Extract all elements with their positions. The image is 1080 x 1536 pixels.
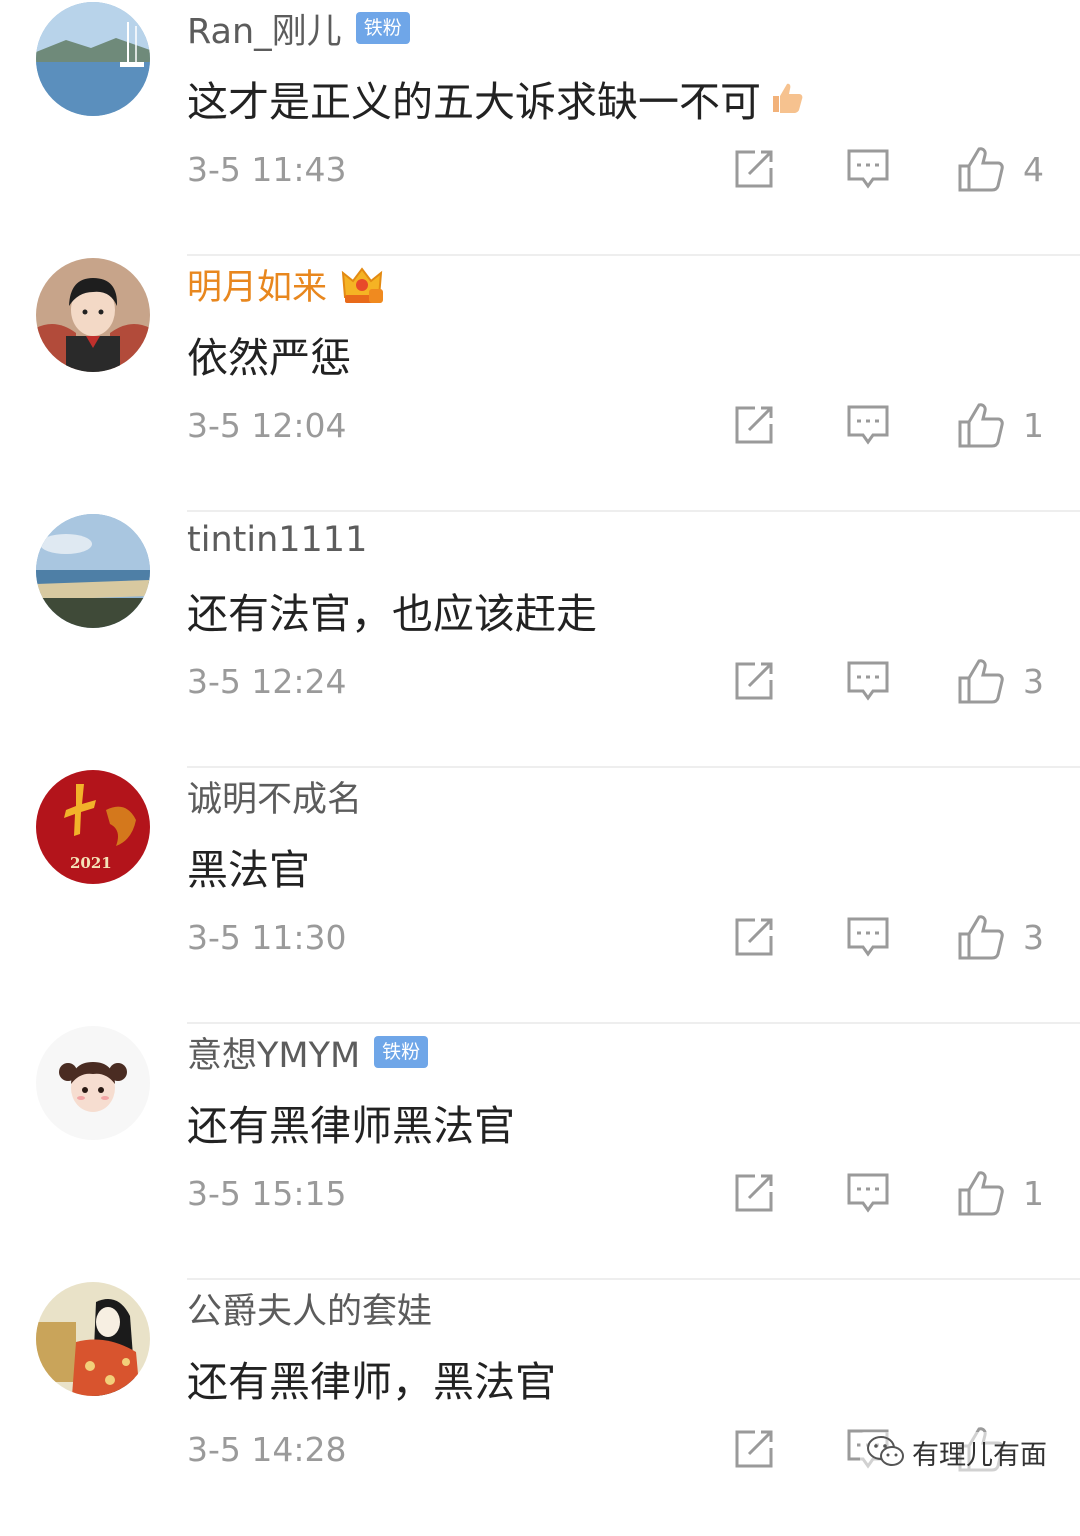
like-button[interactable] <box>957 657 1005 705</box>
like-count: 1 <box>1023 1174 1044 1213</box>
repost-button[interactable] <box>733 916 775 958</box>
comment-time: 3-5 11:30 <box>187 918 347 957</box>
comment-text-row: 还有黑律师黑法官 <box>187 1092 515 1152</box>
comment-item: 公爵夫人的套娃 还有黑律师，黑法官 3-5 14:28 <box>0 1280 1080 1536</box>
comment-text: 还有黑律师，黑法官 <box>187 1358 556 1406</box>
reply-button[interactable] <box>846 1172 890 1214</box>
name-row: 意想YMYM 铁粉 <box>187 1030 429 1076</box>
reply-button[interactable] <box>846 404 890 446</box>
name-row: tintin1111 <box>187 518 367 562</box>
repost-button[interactable] <box>733 660 775 702</box>
comment-time: 3-5 11:43 <box>187 150 347 189</box>
reply-button[interactable] <box>846 148 890 190</box>
comment-text-row: 依然严惩 <box>187 324 351 384</box>
comment-item: 2021 诚明不成名 黑法官 3-5 11:30 3 <box>0 768 1080 1024</box>
comment-icon <box>847 1173 889 1213</box>
name-row: 诚明不成名 <box>187 774 362 820</box>
username[interactable]: 诚明不成名 <box>187 771 362 822</box>
like-button[interactable] <box>957 1169 1005 1217</box>
thumbs-up-icon <box>958 147 1004 192</box>
comment-icon <box>847 405 889 445</box>
reply-button[interactable] <box>846 660 890 702</box>
thumbs-up-icon <box>958 403 1004 448</box>
username[interactable]: 意想YMYM <box>187 1027 360 1078</box>
comment-item: 意想YMYM 铁粉 还有黑律师黑法官 3-5 15:15 1 <box>0 1024 1080 1280</box>
comment-item: tintin1111 还有法官，也应该赶走 3-5 12:24 3 <box>0 512 1080 768</box>
thumbs-up-icon <box>958 659 1004 704</box>
comment-text-row: 还有法官，也应该赶走 <box>187 580 597 640</box>
comment-text: 还有法官，也应该赶走 <box>187 590 597 638</box>
reply-button[interactable] <box>846 916 890 958</box>
share-edit-icon <box>735 918 773 956</box>
avatar[interactable] <box>36 1026 150 1140</box>
vip-crown-icon <box>339 261 385 307</box>
username[interactable]: 公爵夫人的套娃 <box>187 1283 432 1334</box>
like-button[interactable] <box>957 401 1005 449</box>
username[interactable]: 明月如来 <box>187 259 327 310</box>
like-count: 4 <box>1023 150 1044 189</box>
like-button[interactable] <box>957 913 1005 961</box>
comment-text: 这才是正义的五大诉求缺一不可 <box>187 78 761 126</box>
like-count: 3 <box>1023 918 1044 957</box>
comment-text: 黑法官 <box>187 846 310 894</box>
avatar[interactable] <box>36 514 150 628</box>
name-row: 公爵夫人的套娃 <box>187 1286 432 1332</box>
avatar[interactable] <box>36 2 150 116</box>
comment-time: 3-5 12:24 <box>187 662 347 701</box>
share-edit-icon <box>735 150 773 188</box>
comment-icon <box>847 661 889 701</box>
comment-icon <box>847 149 889 189</box>
avatar[interactable] <box>36 258 150 372</box>
share-edit-icon <box>735 406 773 444</box>
name-row: Ran_刚儿 铁粉 <box>187 6 410 52</box>
avatar-year-label: 2021 <box>70 854 112 872</box>
username[interactable]: tintin1111 <box>187 520 367 560</box>
comment-text-row: 这才是正义的五大诉求缺一不可 <box>187 68 805 128</box>
comment-icon <box>847 917 889 957</box>
watermark: 有理儿有面 <box>860 1432 1053 1472</box>
comment-item: 明月如来 依然严惩 3-5 12:04 1 <box>0 256 1080 512</box>
share-edit-icon <box>735 1174 773 1212</box>
comment-item: Ran_刚儿 铁粉 这才是正义的五大诉求缺一不可 3-5 11:43 4 <box>0 0 1080 256</box>
comment-text-row: 黑法官 <box>187 836 310 896</box>
thumbs-up-emoji-icon <box>765 78 805 118</box>
like-count: 1 <box>1023 406 1044 445</box>
comment-time: 3-5 12:04 <box>187 406 347 445</box>
repost-button[interactable] <box>733 404 775 446</box>
share-edit-icon <box>735 662 773 700</box>
comment-text: 还有黑律师黑法官 <box>187 1102 515 1150</box>
avatar[interactable] <box>36 1282 150 1396</box>
repost-button[interactable] <box>733 1172 775 1214</box>
username[interactable]: Ran_刚儿 <box>187 3 342 54</box>
avatar[interactable]: 2021 <box>36 770 150 884</box>
share-edit-icon <box>735 1430 773 1468</box>
comment-time: 3-5 14:28 <box>187 1430 347 1469</box>
comment-text: 依然严惩 <box>187 334 351 382</box>
comment-time: 3-5 15:15 <box>187 1174 347 1213</box>
like-count: 3 <box>1023 662 1044 701</box>
name-row: 明月如来 <box>187 261 385 308</box>
repost-button[interactable] <box>733 1428 775 1470</box>
repost-button[interactable] <box>733 148 775 190</box>
watermark-text: 有理儿有面 <box>912 1439 1047 1471</box>
thumbs-up-icon <box>958 1171 1004 1216</box>
wechat-icon <box>867 1436 904 1466</box>
fan-badge[interactable]: 铁粉 <box>355 12 410 44</box>
comment-text-row: 还有黑律师，黑法官 <box>187 1348 556 1408</box>
thumbs-up-icon <box>958 915 1004 960</box>
fan-badge[interactable]: 铁粉 <box>374 1036 429 1068</box>
like-button[interactable] <box>957 145 1005 193</box>
